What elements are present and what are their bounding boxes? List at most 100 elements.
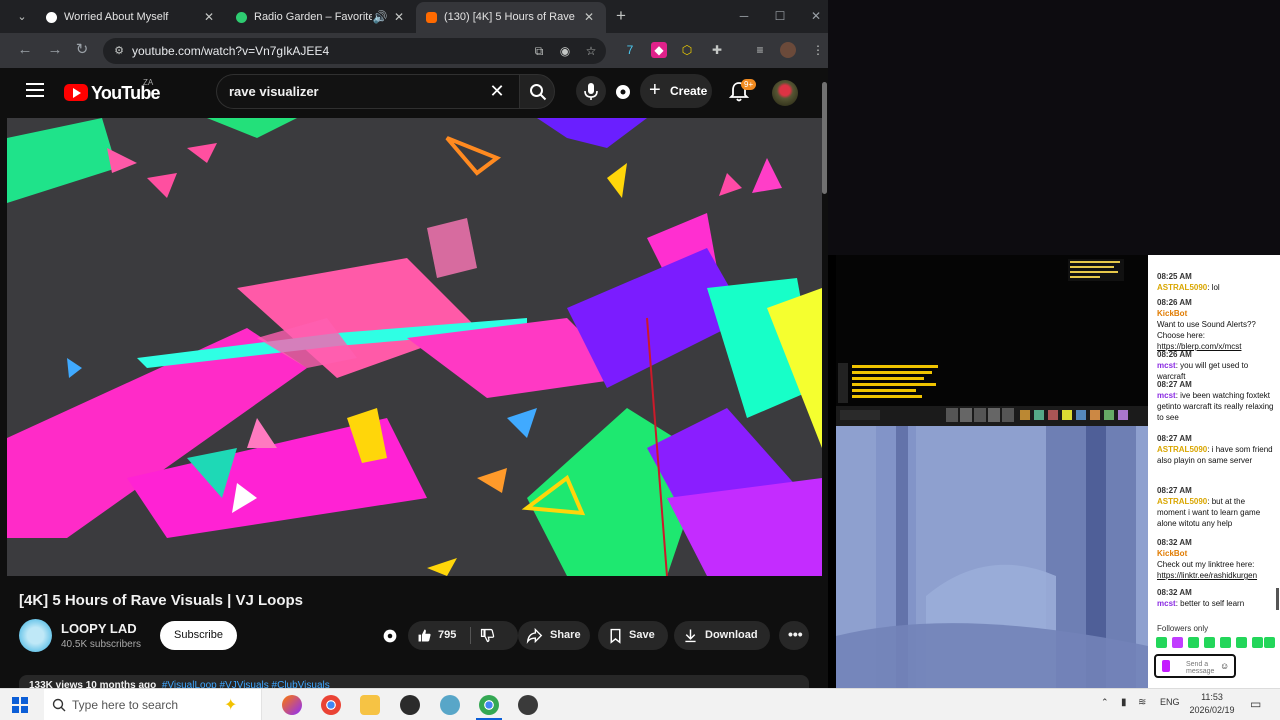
- search-icon: [52, 698, 66, 712]
- taskbar-chrome-icon[interactable]: [321, 695, 341, 715]
- taskbar-chrome-profile-icon[interactable]: [479, 695, 499, 715]
- share-label: Share: [550, 629, 581, 641]
- chat-text: Want to use Sound Alerts?? Choose here:: [1157, 320, 1256, 340]
- dislike-icon[interactable]: [479, 627, 496, 644]
- tray-battery-icon[interactable]: ▮: [1121, 697, 1127, 708]
- search-query[interactable]: rave visualizer: [229, 84, 319, 99]
- clock-time: 11:53: [1201, 692, 1223, 702]
- like-icon[interactable]: [416, 627, 433, 644]
- clear-search-icon[interactable]: ✕: [487, 81, 507, 101]
- page-scrollbar[interactable]: [822, 82, 827, 194]
- taskbar-file-explorer-icon[interactable]: [360, 695, 380, 715]
- emote-picker-icon[interactable]: [1162, 660, 1170, 672]
- notification-center-icon[interactable]: ▭: [1250, 697, 1261, 711]
- address-url[interactable]: youtube.com/watch?v=Vn7gIkAJEE4: [132, 44, 329, 58]
- download-label: Download: [705, 629, 758, 641]
- forward-icon[interactable]: →: [46, 41, 64, 59]
- tray-overflow-icon[interactable]: ⌃: [1101, 697, 1109, 708]
- back-icon[interactable]: ←: [16, 41, 34, 59]
- chat-username[interactable]: mcst: [1157, 599, 1176, 608]
- maximize-icon[interactable]: ☐: [772, 8, 788, 24]
- search-input[interactable]: rave visualizer: [216, 74, 519, 109]
- site-info-icon[interactable]: ⚙: [112, 44, 126, 58]
- pin-extension-icon[interactable]: [380, 626, 400, 646]
- tab-radio-garden[interactable]: Radio Garden – Favorites 🔊 ✕: [226, 2, 416, 33]
- notification-count-badge: 9+: [741, 79, 757, 90]
- input-language[interactable]: ENG: [1160, 697, 1180, 707]
- chat-timestamp: 08:27 AM: [1157, 434, 1192, 443]
- taskbar-app-icon[interactable]: [440, 695, 460, 715]
- search-button[interactable]: [519, 74, 555, 109]
- pin-extension-icon[interactable]: [612, 81, 634, 103]
- windows-start-icon[interactable]: [12, 697, 28, 713]
- reload-icon[interactable]: ↻: [73, 41, 91, 59]
- tab-close-icon[interactable]: ✕: [581, 9, 597, 25]
- chat-username[interactable]: mcst: [1157, 361, 1176, 370]
- chat-username[interactable]: mcst: [1157, 391, 1176, 400]
- tray-network-icon[interactable]: ≋: [1138, 697, 1146, 708]
- chat-link[interactable]: https://linktr.ee/rashidkurgen: [1157, 571, 1257, 580]
- taskbar-search-box[interactable]: Type here to search ✦: [44, 689, 262, 720]
- desktop-background: [828, 0, 1280, 255]
- share-button[interactable]: Share: [518, 621, 590, 650]
- taskbar-obs-icon[interactable]: [400, 695, 420, 715]
- extension-translate-icon[interactable]: 7: [622, 42, 638, 58]
- chat-timestamp: 08:32 AM: [1157, 588, 1192, 597]
- chat-scrollbar[interactable]: [1276, 588, 1279, 610]
- bookmark-star-icon[interactable]: ☆: [583, 43, 599, 59]
- close-window-icon[interactable]: ✕: [808, 8, 824, 24]
- video-player[interactable]: [7, 118, 822, 576]
- more-actions-button[interactable]: •••: [779, 621, 809, 650]
- new-tab-icon[interactable]: +: [612, 7, 630, 25]
- channel-name[interactable]: LOOPY LAD: [61, 621, 137, 636]
- channel-avatar[interactable]: [19, 619, 52, 652]
- audio-playing-icon[interactable]: 🔊: [372, 9, 388, 25]
- chat-message: 08:27 AM mcst: ive been watching foxtekt…: [1157, 379, 1275, 423]
- extension-pink-icon[interactable]: ◆: [651, 42, 667, 58]
- chat-username[interactable]: ASTRAL5090: [1157, 497, 1207, 506]
- emoji-icon[interactable]: ☺: [1220, 661, 1229, 671]
- save-button[interactable]: Save: [598, 621, 668, 650]
- chat-username[interactable]: KickBot: [1157, 309, 1187, 318]
- chat-message: 08:27 AM ASTRAL5090: i have som friend a…: [1157, 433, 1275, 466]
- account-avatar[interactable]: [772, 80, 798, 106]
- taskbar-copilot-icon[interactable]: [282, 695, 302, 715]
- subscribe-button[interactable]: Subscribe: [160, 621, 237, 650]
- taskbar-clock[interactable]: 11:53 2026/02/19: [1188, 691, 1236, 717]
- emote-row[interactable]: [1156, 636, 1276, 649]
- chat-username[interactable]: KickBot: [1157, 549, 1187, 558]
- tab-youtube-rave-visuals[interactable]: (130) [4K] 5 Hours of Rave Visu ✕: [416, 2, 606, 33]
- game-viewport: [836, 426, 1148, 688]
- chat-username[interactable]: ASTRAL5090: [1157, 283, 1207, 292]
- cast-icon[interactable]: ⧉: [531, 43, 547, 59]
- profile-avatar-icon[interactable]: [780, 42, 796, 58]
- tab-close-icon[interactable]: ✕: [201, 9, 217, 25]
- media-control-icon[interactable]: ≡: [752, 42, 768, 58]
- chat-username[interactable]: ASTRAL5090: [1157, 445, 1207, 454]
- chat-message-input[interactable]: Send a message ☺: [1154, 654, 1236, 678]
- minimize-icon[interactable]: ─: [736, 8, 752, 24]
- description-tags[interactable]: #VisualLoop #VJVisuals #ClubVisuals: [162, 680, 330, 688]
- extension-yellow-icon[interactable]: ⬡: [679, 42, 695, 58]
- tab-worried-about-myself[interactable]: Worried About Myself ✕: [36, 2, 226, 33]
- tab-strip: ⌄ Worried About Myself ✕ Radio Garden – …: [0, 0, 828, 33]
- hamburger-menu-icon[interactable]: [26, 83, 44, 98]
- extensions-puzzle-icon[interactable]: ✚: [709, 42, 725, 58]
- voice-search-button[interactable]: [576, 76, 606, 106]
- tab-close-icon[interactable]: ✕: [391, 9, 407, 25]
- desktop: ⌄ Worried About Myself ✕ Radio Garden – …: [0, 0, 1280, 720]
- eye-blocked-icon[interactable]: ◉: [557, 43, 573, 59]
- browser-menu-icon[interactable]: ⋮: [810, 42, 826, 58]
- download-button[interactable]: Download: [674, 621, 770, 650]
- like-count[interactable]: 795: [438, 629, 456, 641]
- description-box[interactable]: 133K views 10 months ago #VisualLoop #VJ…: [19, 675, 809, 688]
- chat-settings-icon[interactable]: ⚙∞: [1243, 660, 1259, 671]
- tab-search-menu-icon[interactable]: ⌄: [13, 8, 31, 26]
- search-highlights-icon[interactable]: ✦: [224, 695, 237, 715]
- chat-timestamp: 08:27 AM: [1157, 380, 1192, 389]
- address-bar[interactable]: ⚙ youtube.com/watch?v=Vn7gIkAJEE4 ⧉ ◉ ☆: [103, 38, 606, 64]
- taskbar-game-icon[interactable]: [518, 695, 538, 715]
- create-button[interactable]: + Create: [640, 74, 712, 108]
- chat-text: Check out my linktree here:: [1157, 560, 1255, 569]
- chat-text: : lol: [1207, 283, 1220, 292]
